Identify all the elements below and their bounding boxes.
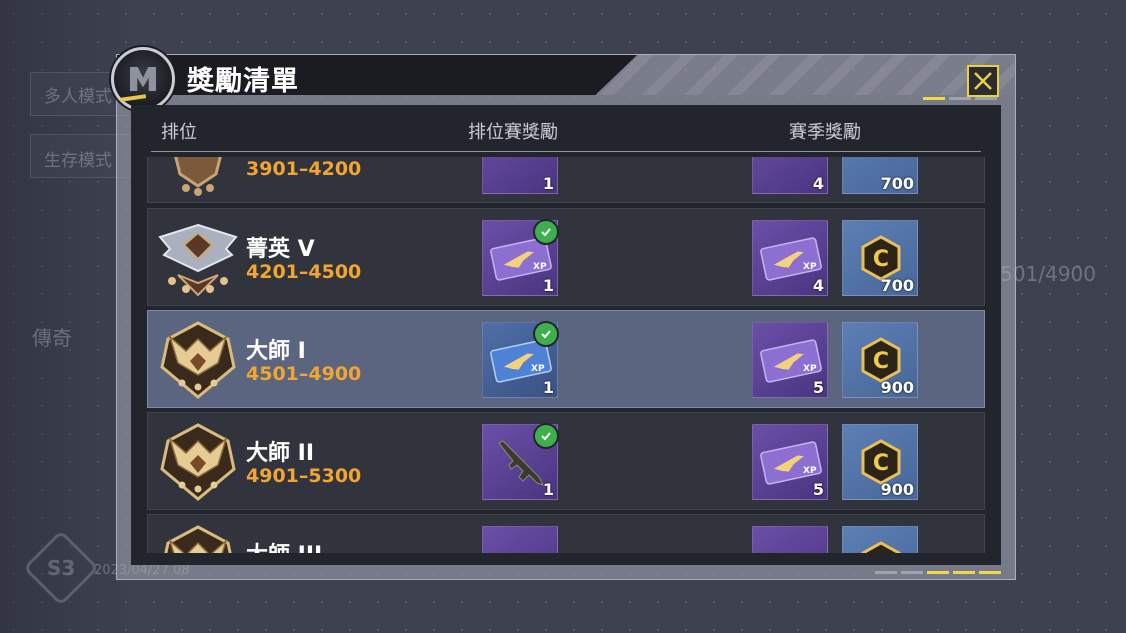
- reward-quantity: 900: [880, 480, 914, 499]
- claimed-check-icon: [533, 321, 559, 347]
- rank-emblem-master-icon: [160, 321, 236, 399]
- rank-name: 大師 III: [246, 537, 322, 553]
- claimed-check-icon: [533, 423, 559, 449]
- bg-mode-multiplayer: 多人模式: [44, 87, 112, 107]
- reward-tile-cp[interactable]: C 900: [842, 424, 918, 500]
- reward-quantity: 4: [812, 276, 824, 295]
- rewards-panel: 排位 排位賽獎勵 賽季獎勵 3901–4200 1 4 700 菁英 V 420…: [131, 105, 1001, 565]
- reward-tile-weapon-xp[interactable]: 1: [482, 157, 558, 194]
- table-row[interactable]: 大師 III: [147, 514, 985, 553]
- bg-legend-label: 傳奇: [32, 326, 72, 350]
- reward-tile-weapon-xp[interactable]: 4: [752, 157, 828, 194]
- reward-quantity: 700: [880, 174, 914, 193]
- reward-tile-weapon-xp[interactable]: [752, 526, 828, 553]
- close-button[interactable]: [967, 65, 999, 97]
- rank-range: 3901–4200: [246, 158, 362, 180]
- svg-text:C: C: [873, 247, 889, 272]
- header-divider: [151, 151, 981, 152]
- cod-points-icon: [861, 541, 901, 553]
- rank-name: 大師 I: [246, 339, 306, 364]
- rank-emblem-icon: [174, 157, 222, 196]
- rank-emblem-master-icon: [164, 525, 232, 553]
- header-decor-stripes: [597, 55, 1015, 95]
- reward-quantity: 900: [880, 378, 914, 397]
- reward-tile-weapon-xp[interactable]: XP 5: [752, 424, 828, 500]
- rank-range: 4901–5300: [246, 465, 362, 487]
- reward-quantity: 1: [542, 276, 554, 295]
- claimed-check-icon: [533, 219, 559, 245]
- svg-text:XP: XP: [531, 364, 545, 374]
- reward-quantity: 4: [812, 174, 824, 193]
- rank-emblem-elite-icon: [158, 223, 238, 297]
- reward-quantity: 1: [542, 480, 554, 499]
- reward-tile-weapon-xp[interactable]: XP 4: [752, 220, 828, 296]
- cod-logo-icon: [111, 47, 175, 111]
- table-row[interactable]: 3901–4200 1 4 700: [147, 157, 985, 203]
- column-header-season-rewards: 賽季獎勵: [789, 122, 861, 143]
- rank-range: 4201–4500: [246, 261, 362, 283]
- rank-name: 菁英 V: [246, 237, 315, 262]
- reward-tile-cp[interactable]: 700: [842, 157, 918, 194]
- reward-quantity: 1: [542, 378, 554, 397]
- table-row-selected[interactable]: 大師 I 4501–4900 XP 1 XP 5 C 900: [147, 310, 985, 408]
- table-row[interactable]: 菁英 V 4201–4500 XP 1 XP 4 C 700: [147, 208, 985, 306]
- rewards-list[interactable]: 3901–4200 1 4 700 菁英 V 4201–4500 XP 1 XP…: [147, 157, 985, 553]
- bg-mode-survival: 生存模式: [44, 151, 112, 171]
- svg-text:C: C: [873, 349, 889, 374]
- reward-tile-weapon[interactable]: 1: [482, 423, 559, 500]
- reward-quantity: 1: [542, 174, 554, 193]
- reward-tile-cp[interactable]: [842, 526, 918, 553]
- column-header-rank-rewards: 排位賽獎勵: [468, 122, 558, 143]
- page-indicator-top: [923, 97, 997, 100]
- reward-tile-weapon-xp[interactable]: XP 5: [752, 322, 828, 398]
- svg-text:XP: XP: [803, 364, 817, 374]
- table-row[interactable]: 大師 II 4901–5300 1 XP 5 C 900: [147, 412, 985, 510]
- reward-quantity: 700: [880, 276, 914, 295]
- page-indicator-bottom: [875, 571, 1001, 574]
- rewards-modal: 獎勵清單 排位 排位賽獎勵 賽季獎勵 3901–4200 1 4 700 菁英 …: [111, 47, 1016, 580]
- reward-quantity: 5: [812, 480, 824, 499]
- svg-text:XP: XP: [533, 262, 547, 272]
- close-icon: [974, 72, 992, 90]
- svg-text:C: C: [873, 451, 889, 476]
- column-header-rank: 排位: [161, 122, 197, 143]
- reward-tile-cp[interactable]: C 700: [842, 220, 918, 296]
- rank-name: 大師 II: [246, 441, 315, 466]
- reward-quantity: 5: [812, 378, 824, 397]
- reward-tile-double-weapon-xp[interactable]: XP 1: [482, 321, 559, 398]
- svg-text:XP: XP: [803, 262, 817, 272]
- reward-tile-weapon-xp[interactable]: XP 1: [482, 219, 559, 296]
- svg-text:XP: XP: [803, 466, 817, 476]
- rank-emblem-master-icon: [160, 423, 236, 501]
- reward-tile-weapon-xp[interactable]: [482, 526, 558, 553]
- rank-range: 4501–4900: [246, 363, 362, 385]
- reward-tile-cp[interactable]: C 900: [842, 322, 918, 398]
- modal-title: 獎勵清單: [187, 66, 299, 97]
